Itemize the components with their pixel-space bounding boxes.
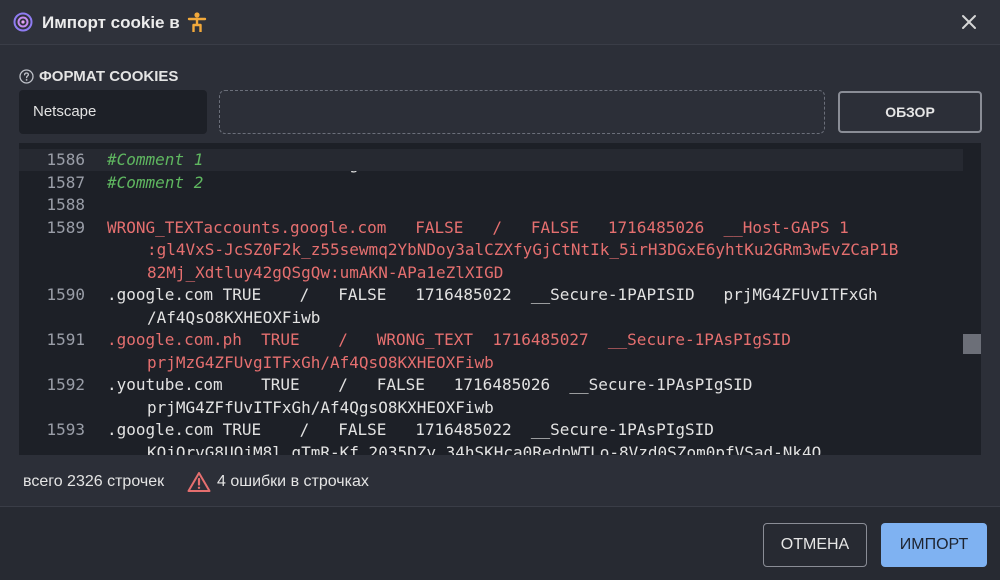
cancel-button[interactable]: ОТМЕНА	[763, 523, 867, 567]
warning-triangle-icon	[187, 472, 211, 492]
line-number: 1586	[46, 150, 85, 169]
code-line: :gl4VxS-JcSZ0F2k_z55sewmq2YbNDoy3alCZXfy…	[19, 239, 963, 261]
browse-button[interactable]: ОБЗОР	[838, 91, 982, 133]
close-icon[interactable]	[958, 11, 980, 33]
code-line: prjMzG4ZFUvgITFxGh/Af4QsO8KXHEOXFiwb	[19, 352, 963, 374]
code-line-text: /Af4QsO8KXHEOXFiwb	[147, 307, 321, 327]
code-line: 1590 .google.com TRUE / FALSE 1716485022 …	[19, 284, 963, 306]
line-number: 1591	[46, 330, 85, 349]
code-line-text: :gl4VxS-JcSZ0F2k_z55sewmq2YbNDoy3alCZXfy…	[147, 240, 899, 259]
code-line-text: KQjOrvG8UOjM8l_gTmR-Kf_2035DZy_34hSKHca0…	[147, 442, 822, 456]
code-line-text: #Comment 1	[107, 150, 204, 169]
line-number: 1588	[46, 195, 85, 214]
format-select[interactable]: Netscape	[19, 90, 207, 134]
line-number: 1589	[46, 217, 85, 237]
code-line: 1589 WRONG_TEXTaccounts.google.com FALSE …	[19, 217, 963, 239]
errors-count-text: 4 ошибки в строчках	[217, 473, 369, 490]
code-line: KQjOrvG8UOjM8l_gTmR-Kf_2035DZy_34hSKHca0…	[19, 442, 963, 456]
file-drop-zone[interactable]	[219, 90, 825, 134]
dialog-title: Импорт cookie в	[42, 13, 180, 32]
code-line: 1593 .google.com TRUE / FALSE 1716485022 …	[19, 419, 963, 441]
code-line: 1586 #Comment 1	[19, 149, 963, 171]
editor-scrollbar-thumb[interactable]	[963, 334, 981, 354]
code-line: 1592 .youtube.com TRUE / FALSE 1716485026…	[19, 374, 963, 396]
circle-logo-icon	[13, 12, 33, 32]
code-line-text: .youtube.com TRUE / FALSE 1716485026 __S…	[107, 375, 753, 394]
help-icon[interactable]	[19, 69, 34, 84]
line-number: 1593	[46, 420, 85, 439]
code-line-text: .google.com TRUE / FALSE 1716485022 __Se…	[107, 285, 878, 304]
code-line-text: prjMG4ZFfUvITFxGh/Af4QgsO8KXHEOXFiwb	[147, 397, 494, 417]
dialog-header: Импорт cookie в	[0, 0, 1000, 45]
code-line: 1591 .google.com.ph TRUE / WRONG_TEXT 171…	[19, 329, 963, 351]
line-number: 1590	[46, 285, 85, 304]
dialog-footer: ОТМЕНА ИМПОРТ	[0, 506, 1000, 580]
code-line: prjMG4ZFfUvITFxGh/Af4QgsO8KXHEOXFiwb	[19, 397, 963, 419]
code-line-text: #Comment 2	[107, 172, 204, 192]
import-button[interactable]: ИМПОРТ	[881, 523, 987, 567]
code-line-text: 82Mj_Xdtluy42gQSgQw:umAKN-APa1eZlXIGD	[147, 262, 504, 282]
person-figure-icon	[187, 12, 207, 32]
line-number: 1587	[46, 172, 85, 192]
total-lines-text: всего 2326 строчек	[23, 473, 165, 490]
cookie-editor[interactable]: vABecoTAuvTAXKLAeCAvLg. 1586#Comment 115…	[19, 143, 981, 455]
code-line-text: .google.com.ph TRUE / WRONG_TEXT 1716485…	[107, 330, 791, 349]
code-line-text: prjMzG4ZFUvgITFxGh/Af4QsO8KXHEOXFiwb	[147, 352, 494, 372]
import-cookie-dialog: Импорт cookie в ФОРМАТ COOKIES Netscape …	[0, 0, 1000, 580]
code-line: 1588	[19, 194, 963, 216]
line-number: 1592	[46, 375, 85, 394]
code-line-text: WRONG_TEXTaccounts.google.com FALSE / FA…	[107, 217, 849, 237]
code-line-text: .google.com TRUE / FALSE 1716485022 __Se…	[107, 420, 714, 439]
code-line: /Af4QsO8KXHEOXFiwb	[19, 307, 963, 329]
format-label: ФОРМАТ COOKIES	[39, 68, 179, 85]
code-line: 82Mj_Xdtluy42gQSgQw:umAKN-APa1eZlXIGD	[19, 262, 963, 284]
code-line: 1587 #Comment 2	[19, 172, 963, 194]
